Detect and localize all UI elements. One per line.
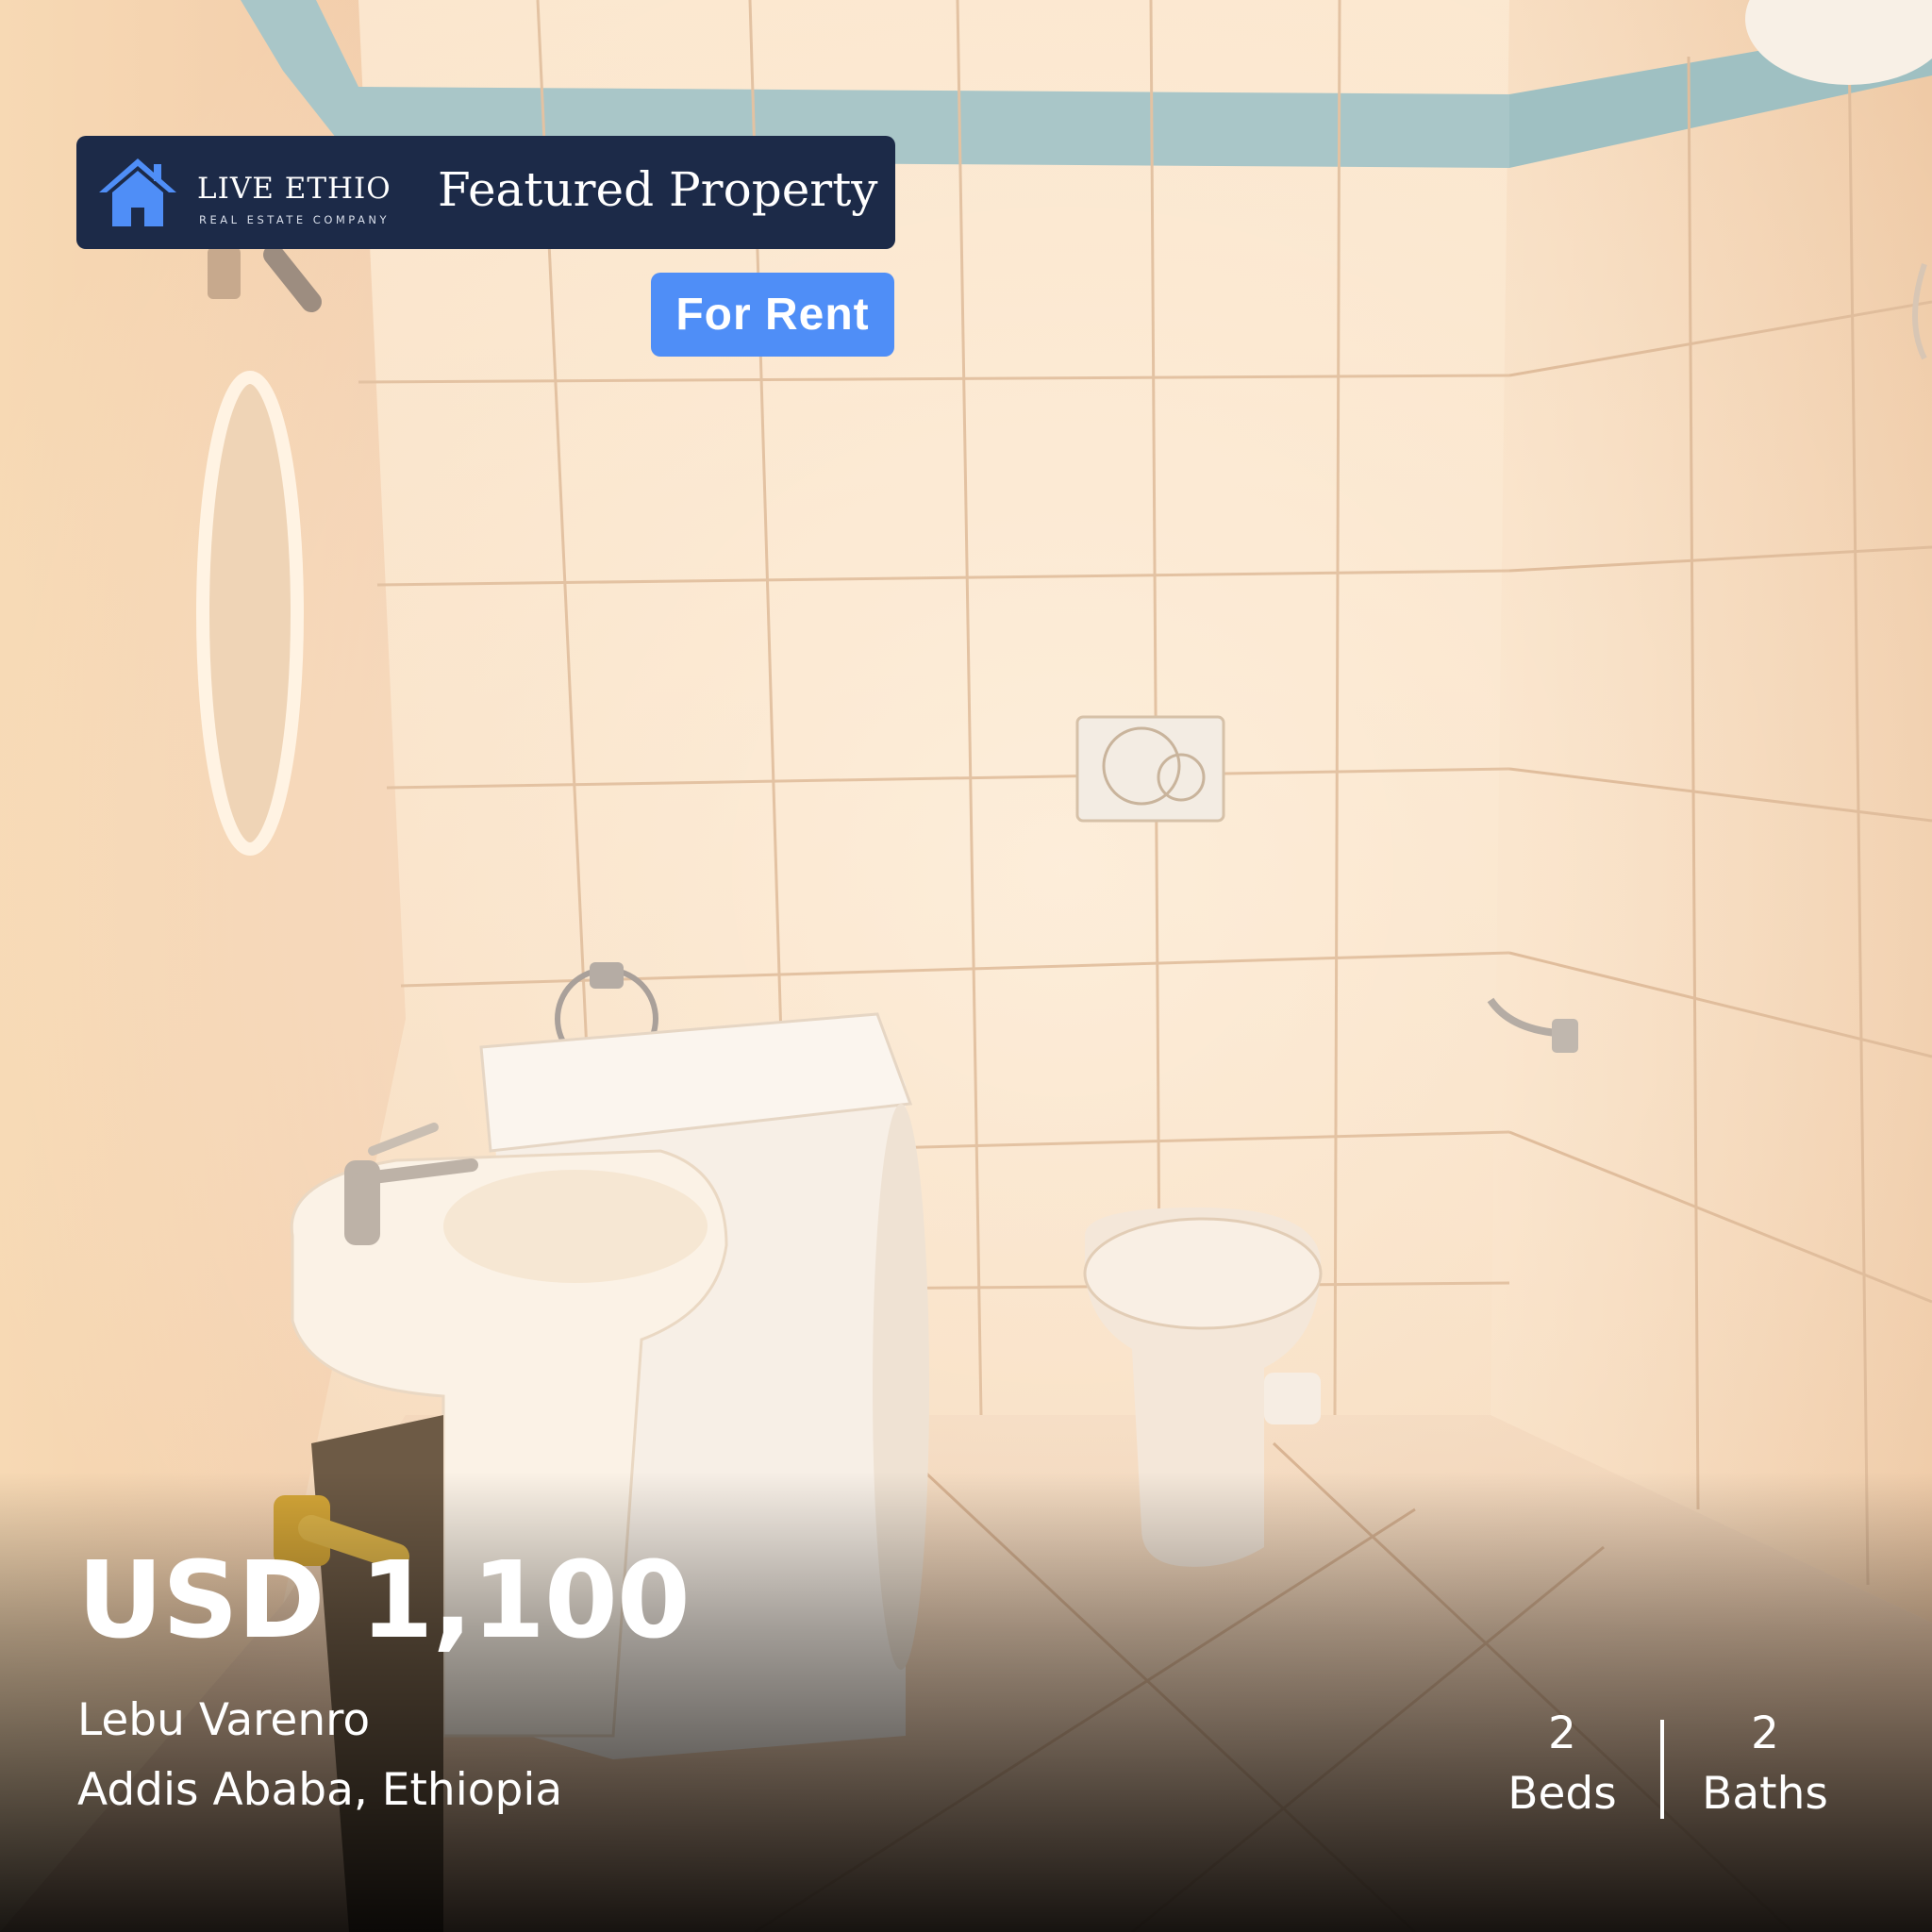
page-title: Featured Property — [438, 162, 878, 217]
location-city: Addis Ababa, Ethiopia — [77, 1764, 563, 1816]
house-icon — [99, 158, 176, 226]
baths-stat: 2 Baths — [1671, 1704, 1859, 1824]
beds-count: 2 — [1548, 1707, 1576, 1759]
baths-label: Baths — [1702, 1768, 1828, 1820]
location-neighborhood: Lebu Varenro — [77, 1694, 371, 1746]
brand-tagline: REAL ESTATE COMPANY — [199, 213, 391, 226]
stat-divider — [1660, 1720, 1664, 1819]
featured-property-badge: LIVE ETHIO REAL ESTATE COMPANY Featured … — [76, 136, 895, 249]
status-badge: For Rent — [651, 273, 894, 357]
beds-label: Beds — [1507, 1768, 1617, 1820]
listing-price: USD 1,100 — [77, 1540, 691, 1662]
beds-stat: 2 Beds — [1468, 1704, 1657, 1824]
brand-name: LIVE ETHIO — [197, 172, 391, 206]
baths-count: 2 — [1751, 1707, 1779, 1759]
